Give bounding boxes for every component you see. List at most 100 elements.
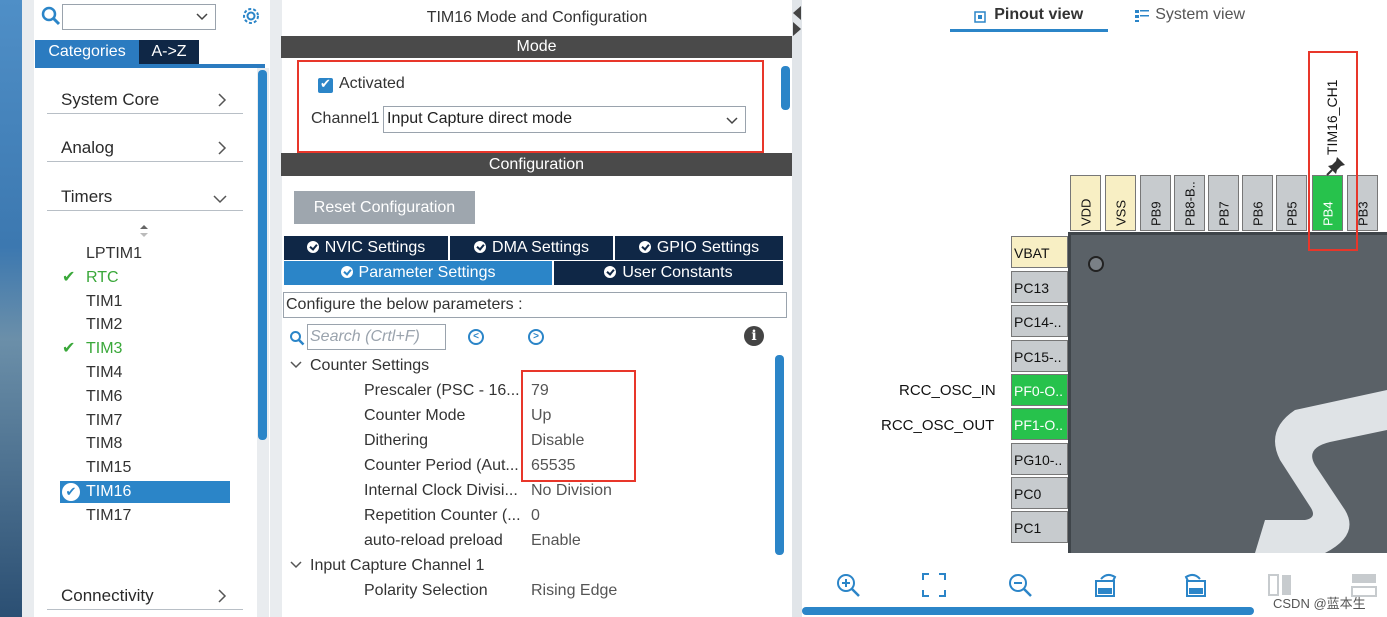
checkmark-icon: ✔ xyxy=(62,269,76,286)
parameter-scrollbar-thumb[interactable] xyxy=(775,355,784,555)
timer-item[interactable]: TIM15 xyxy=(86,457,131,479)
parameter-value[interactable]: Rising Edge xyxy=(531,582,617,600)
pin-pg10[interactable]: PG10-.. xyxy=(1011,443,1068,475)
timer-item[interactable]: TIM6 xyxy=(86,386,122,408)
mode-scrollbar-thumb[interactable] xyxy=(781,66,790,110)
rotate-right-icon[interactable] xyxy=(1093,571,1121,599)
configure-instruction: Configure the below parameters : xyxy=(283,292,787,318)
timer-item[interactable]: LPTIM1 xyxy=(86,243,142,265)
st-logo-icon xyxy=(1255,390,1387,553)
timer-item[interactable]: TIM1 xyxy=(86,291,122,313)
left-scrollbar-thumb[interactable] xyxy=(258,70,267,440)
pin-pf0o[interactable]: PF0-O.. xyxy=(1011,374,1068,406)
pin1-marker xyxy=(1088,256,1104,272)
search-icon[interactable] xyxy=(41,6,61,26)
pinout-horizontal-scrollbar[interactable] xyxy=(802,607,1254,615)
timer-item[interactable]: TIM4 xyxy=(86,362,122,384)
annotation-highlight-box xyxy=(297,60,764,153)
parameter-name: Repetition Counter (... xyxy=(364,507,521,524)
tab-dma-settings[interactable]: DMA Settings xyxy=(450,236,613,260)
chevron-down-icon xyxy=(196,13,208,21)
category-analog[interactable]: Analog xyxy=(47,128,243,162)
category-timers[interactable]: Timers xyxy=(47,177,243,211)
tab-parameter-settings[interactable]: Parameter Settings xyxy=(284,261,552,285)
zoom-in-icon[interactable] xyxy=(834,571,862,599)
category-label: Connectivity xyxy=(61,586,154,605)
chevron-right-icon xyxy=(218,93,227,107)
tab-categories[interactable]: Categories xyxy=(35,40,139,64)
timer-item[interactable]: TIM8 xyxy=(86,433,122,455)
splitter[interactable] xyxy=(792,0,802,617)
timer-item[interactable]: TIM16 xyxy=(86,481,131,503)
category-connectivity[interactable]: Connectivity xyxy=(47,576,243,610)
pin-pc15[interactable]: PC15-.. xyxy=(1011,340,1068,372)
pin-vdd[interactable]: VDD xyxy=(1070,175,1101,231)
timer-item[interactable]: TIM2 xyxy=(86,314,122,336)
panel-title: TIM16 Mode and Configuration xyxy=(426,9,648,26)
fit-to-screen-icon[interactable] xyxy=(920,571,948,599)
info-icon[interactable]: i xyxy=(744,326,764,346)
category-label: Analog xyxy=(61,138,114,157)
check-circle-icon xyxy=(638,241,651,253)
parameter-search-input[interactable]: Search (Crtl+F) xyxy=(307,324,446,350)
tab-label: NVIC Settings xyxy=(324,239,426,256)
parameter-name: Counter Mode xyxy=(364,407,466,424)
pin-pb6[interactable]: PB6 xyxy=(1242,175,1273,231)
pin-pc0[interactable]: PC0 xyxy=(1011,477,1068,509)
category-search-combobox[interactable] xyxy=(62,4,216,30)
mode-header: Mode xyxy=(281,36,792,58)
category-label: System Core xyxy=(61,90,160,109)
zoom-out-icon[interactable] xyxy=(1006,571,1034,599)
timer-item[interactable]: TIM17 xyxy=(86,505,131,527)
annotation-highlight-box xyxy=(521,370,636,482)
parameter-name: Counter Period (Aut... xyxy=(364,457,519,474)
tab-a-to-z[interactable]: A->Z xyxy=(139,40,199,64)
tab-label: Parameter Settings xyxy=(358,264,496,281)
tab-user-constants[interactable]: User Constants xyxy=(554,261,783,285)
chevron-right-icon xyxy=(218,589,227,603)
parameter-name: auto-reload preload xyxy=(364,532,503,549)
reset-configuration-button[interactable]: Reset Configuration xyxy=(294,191,475,224)
pin-pb5[interactable]: PB5 xyxy=(1276,175,1307,231)
tab-label: User Constants xyxy=(622,264,733,281)
previous-match-button[interactable]: < xyxy=(468,329,484,345)
parameter-name: Internal Clock Divisi... xyxy=(364,482,518,499)
parameter-name: Dithering xyxy=(364,432,429,449)
pin-label: VDD xyxy=(1078,198,1093,226)
timer-item[interactable]: TIM3 xyxy=(86,338,122,360)
pin-pb7[interactable]: PB7 xyxy=(1208,175,1239,231)
group-label: Counter Settings xyxy=(310,357,430,374)
sort-icon[interactable] xyxy=(138,224,150,238)
timer-item[interactable]: TIM7 xyxy=(86,410,122,432)
pin-pf1o[interactable]: PF1-O.. xyxy=(1011,408,1068,440)
check-circle-icon xyxy=(474,241,487,253)
pin-pc13[interactable]: PC13 xyxy=(1011,271,1068,303)
pin-label: PB9 xyxy=(1148,201,1163,226)
pin-pc14[interactable]: PC14-.. xyxy=(1011,305,1068,337)
category-label: Timers xyxy=(61,187,113,206)
pin-vbat[interactable]: VBAT xyxy=(1011,236,1068,268)
tab-nvic-settings[interactable]: NVIC Settings xyxy=(284,236,448,260)
tab-pinout-view[interactable]: Pinout view xyxy=(972,6,1083,24)
collapse-arrow-icon[interactable] xyxy=(792,4,802,38)
parameter-value[interactable]: No Division xyxy=(531,482,612,500)
parameter-value[interactable]: 0 xyxy=(531,507,540,525)
tab-system-view[interactable]: System view xyxy=(1133,6,1245,24)
pin-pb8b[interactable]: PB8-B.. xyxy=(1174,175,1205,231)
gear-icon[interactable] xyxy=(240,5,262,27)
parameter-group[interactable]: Counter Settings xyxy=(290,357,429,375)
next-match-button[interactable]: > xyxy=(528,329,544,345)
rotate-left-icon[interactable] xyxy=(1180,571,1208,599)
tab-gpio-settings[interactable]: GPIO Settings xyxy=(615,236,783,260)
configuration-header: Configuration xyxy=(281,153,792,176)
parameter-value[interactable]: Enable xyxy=(531,532,581,550)
pin-vss[interactable]: VSS xyxy=(1105,175,1136,231)
pin-pb9[interactable]: PB9 xyxy=(1140,175,1171,231)
parameter-group[interactable]: Input Capture Channel 1 xyxy=(290,557,484,575)
pin-pc1[interactable]: PC1 xyxy=(1011,511,1068,543)
category-system-core[interactable]: System Core xyxy=(47,80,243,114)
timer-item[interactable]: RTC xyxy=(86,267,119,289)
checkmark-icon: ✔ xyxy=(62,340,76,357)
annotation-highlight-box xyxy=(1308,51,1358,251)
tab-label: DMA Settings xyxy=(492,239,589,256)
